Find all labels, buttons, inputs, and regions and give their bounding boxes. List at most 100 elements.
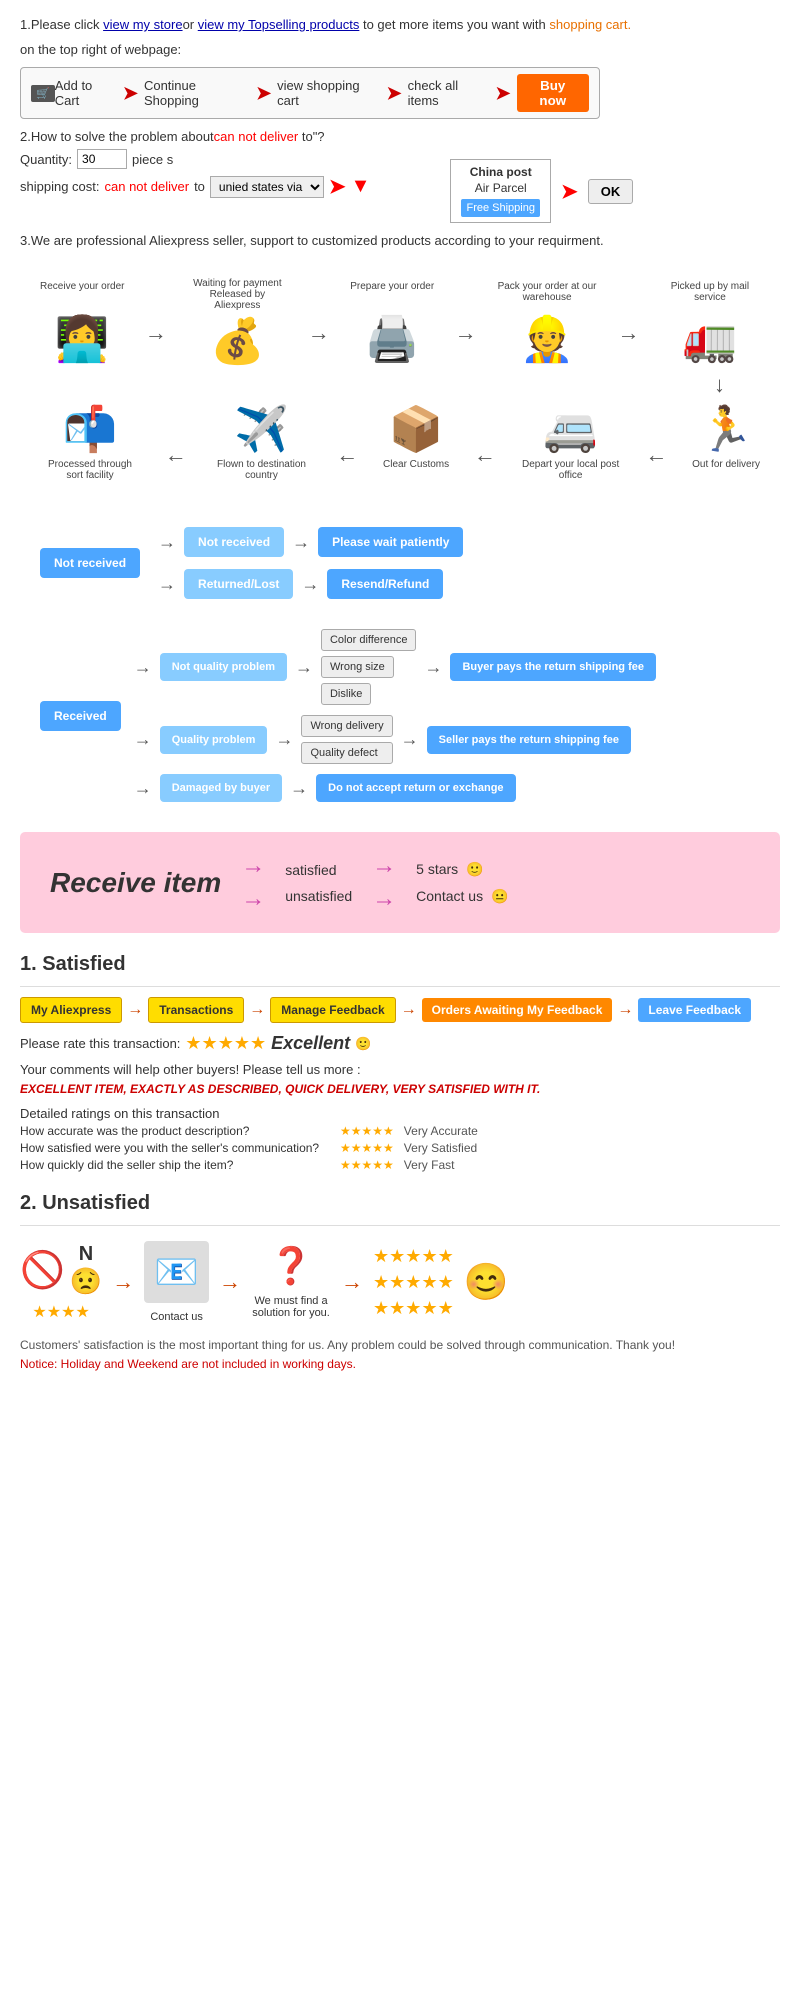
- process-icon-4: 👷: [520, 313, 575, 365]
- buyer-pays-box: Buyer pays the return shipping fee: [450, 653, 656, 681]
- satisfied-title: 1. Satisfied: [20, 953, 780, 976]
- flow-item-4: check all items: [408, 78, 490, 108]
- qty-input[interactable]: [77, 149, 127, 169]
- fb-arrow-1: →: [127, 1001, 143, 1019]
- unsat-step-1: 🚫 N 😟 ★★★★: [20, 1243, 102, 1322]
- china-post-title: China post: [461, 165, 540, 181]
- rate-text: Please rate this transaction:: [20, 1036, 180, 1051]
- rating-stars-1: ★★★★★: [340, 1124, 394, 1138]
- process-arrow-3: →: [455, 320, 477, 346]
- not-quality-box: Not quality problem: [160, 653, 287, 681]
- process-row-2: 🏃 Out for delivery ← 🚐 Depart your local…: [20, 403, 780, 487]
- process-arrow-7: ←: [474, 442, 496, 468]
- shipping-arrow2: ▼: [351, 175, 371, 198]
- section1-or: or: [183, 17, 198, 32]
- rating-row-1: How accurate was the product description…: [20, 1124, 780, 1138]
- process-bot-label-9: Flown to destination country: [212, 459, 312, 487]
- process-bot-label-7: Depart your local post office: [521, 459, 621, 487]
- process-item-10: 📬 Processed through sort facility: [40, 403, 140, 487]
- not-received-sub1-box: Not received: [184, 527, 284, 557]
- section2-text1: 2.How to solve the problem about: [20, 129, 214, 144]
- fb-arrow-3: →: [401, 1001, 417, 1019]
- air-parcel-label: Air Parcel: [461, 181, 540, 197]
- flow-arrow-3: ➤: [387, 83, 402, 104]
- process-arrow-6: ←: [645, 442, 667, 468]
- ratings-table: Detailed ratings on this transaction How…: [20, 1106, 780, 1172]
- received-section: Received → Not quality problem → Color d…: [40, 629, 760, 802]
- process-label-3: Prepare your order: [350, 281, 434, 309]
- not-received-branch1: → Not received → Please wait patiently: [158, 527, 463, 557]
- shipping-country-select[interactable]: unied states via: [210, 176, 324, 198]
- color-diff-box: Color difference: [321, 629, 416, 651]
- not-received-top: Not received → Not received → Please wai…: [40, 527, 760, 599]
- process-label-1: Receive your order: [40, 281, 124, 309]
- satisfied-section: 1. Satisfied My Aliexpress → Transaction…: [20, 953, 780, 1172]
- quality-row: → Quality problem → Wrong delivery Quali…: [134, 715, 656, 764]
- pink-result-arrow-2: →: [372, 885, 396, 913]
- no-return-box: Do not accept return or exchange: [316, 774, 515, 802]
- view-store-link[interactable]: view my store: [103, 17, 182, 32]
- ratings-table-title: Detailed ratings on this transaction: [20, 1106, 780, 1121]
- unhappy-emoji-1: 😟: [70, 1266, 102, 1297]
- find-solution-label: We must find a solution for you.: [251, 1295, 331, 1319]
- flow-item-2: Continue Shopping: [144, 78, 250, 108]
- wrong-delivery-box: Wrong delivery: [301, 715, 392, 737]
- pink-results: 5 stars 🙂 Contact us 😐: [416, 861, 508, 905]
- satisfied-divider: [20, 986, 780, 987]
- flow-item-1: 🛒 Add to Cart: [31, 78, 117, 108]
- fb-arrow-4: →: [617, 1001, 633, 1019]
- process-arrow-4: →: [617, 320, 639, 346]
- process-item-7: 🚐 Depart your local post office: [521, 403, 621, 487]
- section1-rest: to get more items you want with: [359, 17, 545, 32]
- option-unsatisfied: unsatisfied: [285, 888, 352, 904]
- section3-text: 3.We are professional Aliexpress seller,…: [20, 233, 780, 248]
- process-icon-8: 📦: [389, 403, 444, 455]
- resend-refund-box: Resend/Refund: [327, 569, 443, 599]
- flow-step4-label: check all items: [408, 78, 490, 108]
- china-post-box: China post Air Parcel Free Shipping: [450, 159, 551, 223]
- shipping-row: shipping cost: can not deliver to unied …: [20, 174, 370, 199]
- flow-step2-label: Continue Shopping: [144, 78, 250, 108]
- unsatisfied-section: 2. Unsatisfied 🚫 N 😟 ★★★★ → 📧 Contact us: [20, 1192, 780, 1371]
- section1-top-right: on the top right of webpage:: [20, 40, 780, 60]
- down-arrow: ↓: [20, 372, 780, 398]
- process-item-8: 📦 Clear Customs: [383, 403, 449, 487]
- branch2-arrow2: →: [301, 574, 319, 595]
- received-box: Received: [40, 701, 121, 731]
- shipping-arrow: ➤: [329, 174, 346, 199]
- quantity-row: Quantity: piece s: [20, 149, 370, 169]
- dislike-box: Dislike: [321, 683, 371, 705]
- buy-now-button[interactable]: Buy now: [517, 74, 590, 112]
- flow-step3-label: view shopping cart: [277, 78, 380, 108]
- qty-unit: piece s: [132, 152, 173, 167]
- can-not-deliver-text: can not deliver: [214, 129, 299, 144]
- shopping-cart-link[interactable]: shopping cart.: [549, 17, 631, 32]
- neutral-emoji: 😐: [491, 888, 508, 905]
- example-comment: EXCELLENT ITEM, EXACTLY AS DESCRIBED, QU…: [20, 1082, 780, 1096]
- process-item-3: Prepare your order 🖨️: [350, 281, 434, 365]
- cart-icon: 🛒: [31, 85, 55, 102]
- fb-orders-awaiting: Orders Awaiting My Feedback: [422, 998, 613, 1022]
- process-item-1: Receive your order 👩‍💻: [40, 281, 124, 365]
- free-shipping-badge: Free Shipping: [461, 199, 540, 217]
- flow-step1-label: Add to Cart: [55, 78, 117, 108]
- star-row-1: ★★★★: [32, 1302, 89, 1322]
- process-item-4: Pack your order at our warehouse 👷: [497, 281, 597, 365]
- ok-button[interactable]: OK: [588, 179, 634, 204]
- rate-stars: ★★★★★: [185, 1033, 266, 1054]
- rating-stars-2: ★★★★★: [340, 1141, 394, 1155]
- big-flowchart: Not received → Not received → Please wai…: [20, 517, 780, 812]
- view-topselling-link[interactable]: view my Topselling products: [198, 17, 360, 32]
- pink-result-arrow-1: →: [372, 852, 396, 880]
- excellent-text: Excellent: [271, 1033, 350, 1054]
- shop-flow-bar: 🛒 Add to Cart ➤ Continue Shopping ➤ view…: [20, 67, 600, 119]
- process-icon-2: 💰: [210, 315, 265, 367]
- pink-arrow-2: →: [241, 885, 265, 913]
- process-label-2: Waiting for payment Released by Aliexpre…: [187, 278, 287, 311]
- fb-leave-feedback: Leave Feedback: [638, 998, 751, 1022]
- branch1-arrow2: →: [292, 532, 310, 553]
- no-sign-icon: 🚫: [20, 1249, 65, 1291]
- process-bot-label-8: Clear Customs: [383, 459, 449, 487]
- rating-label-1: How accurate was the product description…: [20, 1124, 340, 1138]
- happy-emoji-1: 🙂: [466, 861, 483, 878]
